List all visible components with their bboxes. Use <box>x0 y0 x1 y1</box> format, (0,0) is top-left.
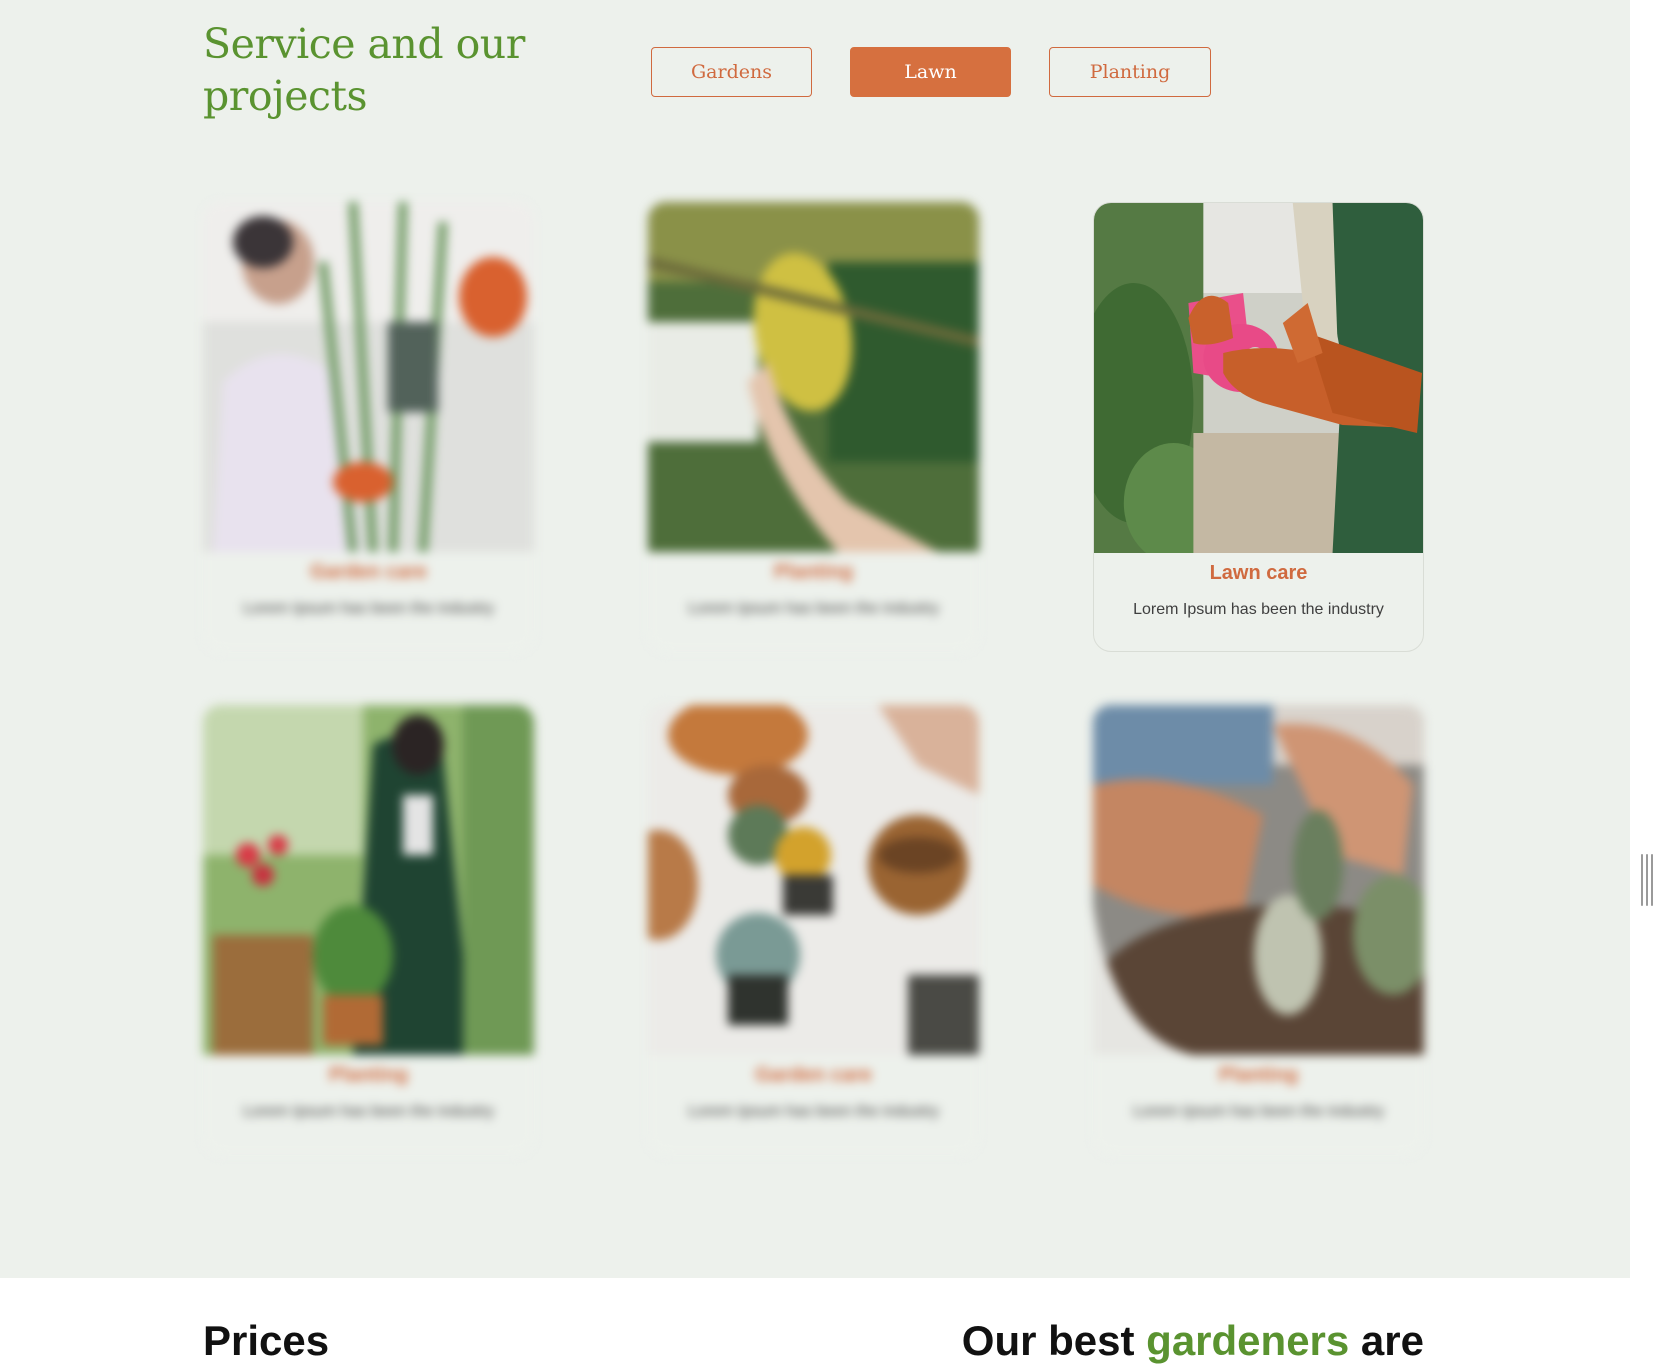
filter-planting-button[interactable]: Planting <box>1049 47 1211 97</box>
section-title: Service and our projects <box>203 20 525 120</box>
service-card-planting[interactable]: Planting Lorem Ipsum has been the indust… <box>1093 705 1424 1155</box>
service-card-garden-care[interactable]: Garden care Lorem Ipsum has been the ind… <box>648 705 979 1155</box>
service-card-planting[interactable]: Planting Lorem Ipsum has been the indust… <box>648 202 979 652</box>
gardeners-heading-end: are <box>1349 1317 1424 1364</box>
gardeners-heading-start: Our best <box>961 1317 1147 1364</box>
card-description: Lorem Ipsum has been the industry <box>688 600 939 617</box>
page: Service and our projects Gardens Lawn Pl… <box>0 0 1656 1364</box>
scrollbar-track[interactable] <box>1630 0 1656 1364</box>
gloved-hands-spray-bottle-photo <box>1094 203 1423 553</box>
scrollbar-grip[interactable] <box>1641 854 1654 906</box>
card-description: Lorem Ipsum has been the industry <box>243 1103 494 1120</box>
gardeners-heading: Our best gardeners are <box>962 1312 1424 1364</box>
card-description: Lorem Ipsum has been the industry <box>243 600 494 617</box>
hand-holding-lemon-photo <box>648 202 979 552</box>
card-description: Lorem Ipsum has been the industry <box>1133 601 1384 618</box>
card-title: Garden care <box>755 1064 872 1086</box>
filter-lawn-button[interactable]: Lawn <box>850 47 1011 97</box>
service-card-planting[interactable]: Planting Lorem Ipsum has been the indust… <box>203 705 534 1155</box>
woman-potting-flowers-photo <box>203 705 534 1055</box>
filter-gardens-button[interactable]: Gardens <box>651 47 812 97</box>
card-title: Garden care <box>310 561 427 583</box>
gardeners-heading-accent: gardeners <box>1146 1317 1350 1364</box>
succulent-pots-table-photo <box>648 705 979 1055</box>
prices-heading: Prices <box>203 1317 330 1364</box>
card-title: Lawn care <box>1209 562 1308 584</box>
card-title: Planting <box>329 1064 408 1086</box>
service-card-lawn-care[interactable]: Lawn care Lorem Ipsum has been the indus… <box>1093 202 1424 652</box>
services-section: Service and our projects Gardens Lawn Pl… <box>0 0 1630 1278</box>
hands-planting-cactus-photo <box>1093 705 1424 1055</box>
service-card-garden-care[interactable]: Garden care Lorem Ipsum has been the ind… <box>203 202 534 652</box>
card-title: Planting <box>774 561 853 583</box>
card-description: Lorem Ipsum has been the industry <box>1133 1103 1384 1120</box>
card-title: Planting <box>1219 1064 1298 1086</box>
gardener-with-plants-photo <box>203 202 534 552</box>
card-description: Lorem Ipsum has been the industry <box>688 1103 939 1120</box>
